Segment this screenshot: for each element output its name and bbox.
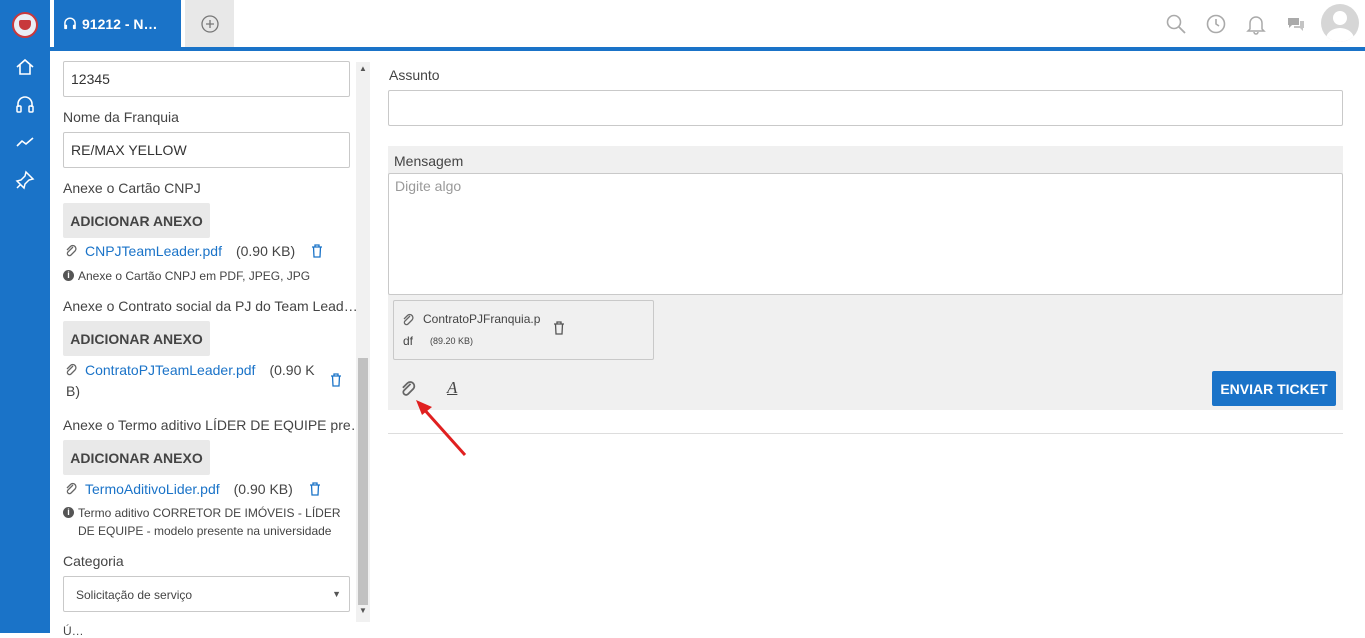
contrato-file-size: (0.90 K	[269, 362, 315, 378]
delete-termo-trash-icon[interactable]	[309, 482, 321, 496]
cnpj-hint: i Anexe o Cartão CNPJ em PDF, JPEG, JPG	[63, 267, 310, 285]
termo-file-item: TermoAditivoLider.pdf (0.90 KB)	[65, 481, 321, 497]
app-logo[interactable]	[12, 12, 38, 38]
delete-contrato-trash-icon[interactable]	[330, 373, 342, 387]
user-avatar[interactable]	[1321, 4, 1359, 42]
paperclip-icon	[403, 313, 414, 326]
franchise-label: Nome da Franquia	[63, 109, 179, 125]
cnpj-file-item: CNPJTeamLeader.pdf (0.90 KB)	[65, 243, 323, 259]
content-divider	[388, 433, 1343, 434]
termo-file-size: (0.90 KB)	[233, 481, 293, 497]
info-icon: i	[63, 507, 74, 518]
contrato-file-size-tail: B)	[66, 383, 80, 399]
cnpj-file-size: (0.90 KB)	[235, 243, 296, 259]
assunto-label: Assunto	[389, 67, 440, 83]
paperclip-icon	[66, 482, 77, 495]
contrato-file-size-wrap: B)	[66, 383, 80, 399]
scroll-up-arrow-icon[interactable]: ▲	[357, 64, 369, 78]
bell-icon[interactable]	[1245, 13, 1267, 35]
plus-circle-icon	[200, 14, 219, 33]
analytics-icon[interactable]	[14, 131, 36, 153]
pin-icon[interactable]	[14, 169, 36, 191]
add-contrato-attachment-button[interactable]: ADICIONAR ANEXO	[63, 321, 210, 356]
categoria-select[interactable]: Solicitação de serviço ▼	[63, 576, 350, 612]
termo-hint: i Termo aditivo CORRETOR DE IMÓVEIS - LÍ…	[63, 504, 353, 540]
add-termo-attachment-button[interactable]: ADICIONAR ANEXO	[63, 440, 210, 475]
search-icon[interactable]	[1165, 13, 1187, 35]
scroll-down-arrow-icon[interactable]: ▼	[357, 606, 369, 620]
cnpj-file-link[interactable]: CNPJTeamLeader.pdf	[85, 243, 222, 259]
message-textarea[interactable]: Digite algo	[388, 173, 1343, 295]
termo-file-link[interactable]: TermoAditivoLider.pdf	[85, 481, 220, 497]
franchise-field[interactable]: RE/MAX YELLOW	[63, 132, 350, 168]
home-icon[interactable]	[14, 56, 36, 78]
add-cnpj-attachment-button[interactable]: ADICIONAR ANEXO	[63, 203, 210, 238]
attachment-size: (89.20 KB)	[430, 336, 474, 346]
top-bar-accent-line	[50, 47, 1365, 51]
termo-label: Anexe o Termo aditivo LÍDER DE EQUIPE pr…	[63, 417, 365, 433]
tab-label: 91212 - N…	[82, 15, 158, 32]
tab-ticket[interactable]: 91212 - N…	[54, 0, 181, 47]
paperclip-icon	[66, 244, 77, 257]
contrato-label: Anexe o Contrato social da PJ do Team Le…	[63, 298, 358, 314]
attachment-card	[393, 300, 654, 360]
contrato-file-item: ContratoPJTeamLeader.pdf (0.90 K	[65, 362, 315, 378]
scrollbar-thumb[interactable]	[358, 358, 368, 605]
mensagem-label: Mensagem	[394, 153, 464, 169]
cnpj-label: Anexe o Cartão CNPJ	[63, 180, 201, 196]
chat-icon[interactable]	[1285, 13, 1307, 35]
add-tab-button[interactable]	[185, 0, 234, 47]
contrato-file-link[interactable]: ContratoPJTeamLeader.pdf	[85, 362, 255, 378]
termo-hint-text: Termo aditivo CORRETOR DE IMÓVEIS - LÍDE…	[78, 506, 341, 538]
delete-attachment-trash-icon[interactable]	[553, 321, 565, 335]
headset-icon	[64, 17, 76, 29]
red-arrow-annotation-icon	[416, 400, 467, 457]
categoria-label: Categoria	[63, 553, 124, 569]
categoria-selected-value: Solicitação de serviço	[76, 588, 193, 602]
headset-icon[interactable]	[14, 94, 36, 116]
delete-cnpj-trash-icon[interactable]	[311, 244, 323, 258]
paperclip-icon	[66, 363, 77, 376]
history-icon[interactable]	[1205, 13, 1227, 35]
attachment-name-tail: df	[403, 334, 414, 348]
chevron-down-icon: ▼	[332, 589, 341, 599]
attachment-name: ContratoPJFranquia.p	[423, 312, 541, 326]
send-ticket-button[interactable]: ENVIAR TICKET	[1212, 371, 1336, 406]
info-icon: i	[63, 270, 74, 281]
assunto-input[interactable]	[388, 90, 1343, 126]
left-nav-bar	[0, 0, 50, 633]
next-field-label: Ú…	[63, 624, 84, 638]
code-field[interactable]: 12345	[63, 61, 350, 97]
cnpj-hint-text: Anexe o Cartão CNPJ em PDF, JPEG, JPG	[78, 269, 311, 283]
